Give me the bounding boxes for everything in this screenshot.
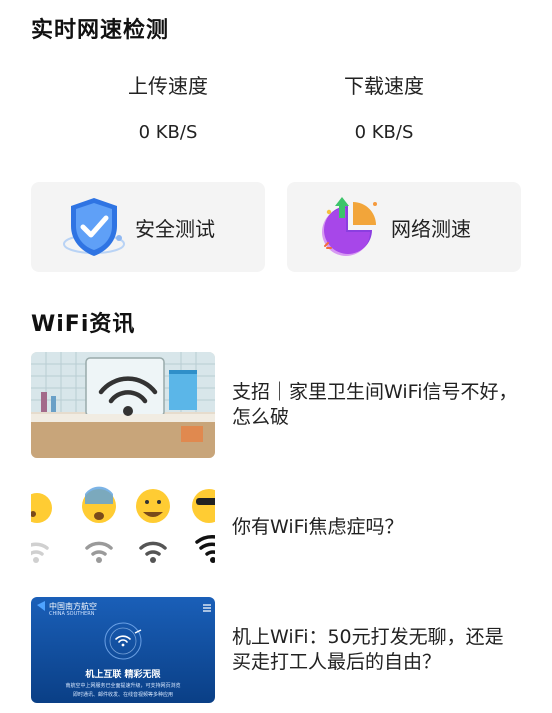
airline-desc-2: 即时通讯、邮件收发、在线音视频等多种应用 xyxy=(72,692,173,698)
wifi-anxiety-thumbnail xyxy=(31,474,215,580)
airline-brand-en: CHINA SOUTHERN xyxy=(49,611,95,617)
security-test-label: 安全测试 xyxy=(135,216,215,241)
download-speed-value: 0 KB/S xyxy=(354,122,414,143)
shield-check-icon xyxy=(63,198,125,256)
upload-speed-label: 上传速度 xyxy=(128,74,208,98)
news-item[interactable]: 中国南方航空 CHINA SOUTHERN 机上互联 精彩无限 南航空中上网服务… xyxy=(31,597,521,703)
news-item[interactable]: 你有WiFi焦虑症吗？ xyxy=(31,474,521,580)
news-title: 支招｜家里卫生间WiFi信号不好，怎么破 xyxy=(232,381,518,428)
upload-speed: 上传速度 0 KB/S xyxy=(88,70,248,143)
bathroom-wifi-thumbnail xyxy=(31,352,215,458)
news-section-title: WiFi资讯 xyxy=(31,312,136,337)
speed-test-button[interactable]: 网络测速 xyxy=(287,182,521,272)
upload-speed-value: 0 KB/S xyxy=(138,122,198,143)
news-title: 你有WiFi焦虑症吗？ xyxy=(232,515,404,538)
news-item[interactable]: 支招｜家里卫生间WiFi信号不好，怎么破 xyxy=(31,352,521,458)
speed-pie-icon xyxy=(322,197,377,256)
airline-slogan: 机上互联 精彩无限 xyxy=(85,670,161,680)
speed-section-title: 实时网速检测 xyxy=(31,18,170,43)
download-speed-label: 下载速度 xyxy=(344,74,424,98)
airline-desc-1: 南航空中上网服务已全面提速升级，可支持网页浏览 xyxy=(65,683,181,689)
security-test-button[interactable]: 安全测试 xyxy=(31,182,265,272)
speed-test-label: 网络测速 xyxy=(391,216,471,241)
news-title: 机上WiFi：50元打发无聊，还是买走打工人最后的自由？ xyxy=(232,626,504,673)
download-speed: 下载速度 0 KB/S xyxy=(304,70,464,143)
inflight-wifi-thumbnail: 中国南方航空 CHINA SOUTHERN 机上互联 精彩无限 南航空中上网服务… xyxy=(31,597,215,703)
